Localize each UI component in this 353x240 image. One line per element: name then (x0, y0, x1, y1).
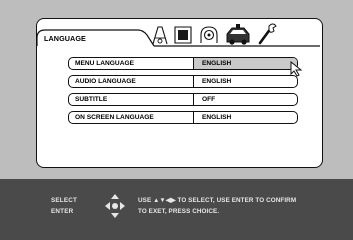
disc-icon[interactable] (198, 23, 220, 46)
menu-row-audio-language[interactable]: AUDIO LANGUAGE ENGLISH (68, 75, 298, 88)
car-icon[interactable] (224, 20, 252, 46)
subtitle-value[interactable]: OFF (194, 94, 297, 105)
audio-language-value[interactable]: ENGLISH (194, 76, 297, 87)
navigation-pad-icon (105, 194, 125, 218)
select-key-label: SELECT (51, 197, 78, 204)
menu-row-subtitle[interactable]: SUBTITLE OFF (68, 93, 298, 106)
subtitle-label: SUBTITLE (69, 94, 194, 105)
screen-icon[interactable] (172, 24, 194, 46)
enter-key-label: ENTER (51, 208, 74, 215)
menu-title: LANGUAGE (44, 34, 86, 43)
menu-language-value[interactable]: ENGLISH (194, 58, 297, 69)
on-screen-language-label: ON SCREEN LANGUAGE (69, 112, 194, 123)
menu-language-label: MENU LANGUAGE (69, 58, 194, 69)
help-text-line2: TO EXET, PRESS CHOICE. (138, 208, 220, 215)
pointer-cursor-icon (290, 61, 303, 77)
audio-language-label: AUDIO LANGUAGE (69, 76, 194, 87)
speaker-icon[interactable] (150, 24, 170, 46)
on-screen-language-value[interactable]: ENGLISH (194, 112, 297, 123)
osd-screen: LANGUAGE MENU LANGUAGE ENGLISH AUDIO LAN… (0, 0, 353, 240)
help-footer: SELECT ENTER USE ▲▼◀▶ TO SELECT, USE ENT… (0, 179, 353, 240)
menu-row-on-screen-language[interactable]: ON SCREEN LANGUAGE ENGLISH (68, 111, 298, 124)
menu-row-menu-language[interactable]: MENU LANGUAGE ENGLISH (68, 57, 298, 70)
help-text-line1: USE ▲▼◀▶ TO SELECT, USE ENTER TO CONFIRM (138, 197, 297, 204)
wrench-icon[interactable] (256, 22, 278, 46)
